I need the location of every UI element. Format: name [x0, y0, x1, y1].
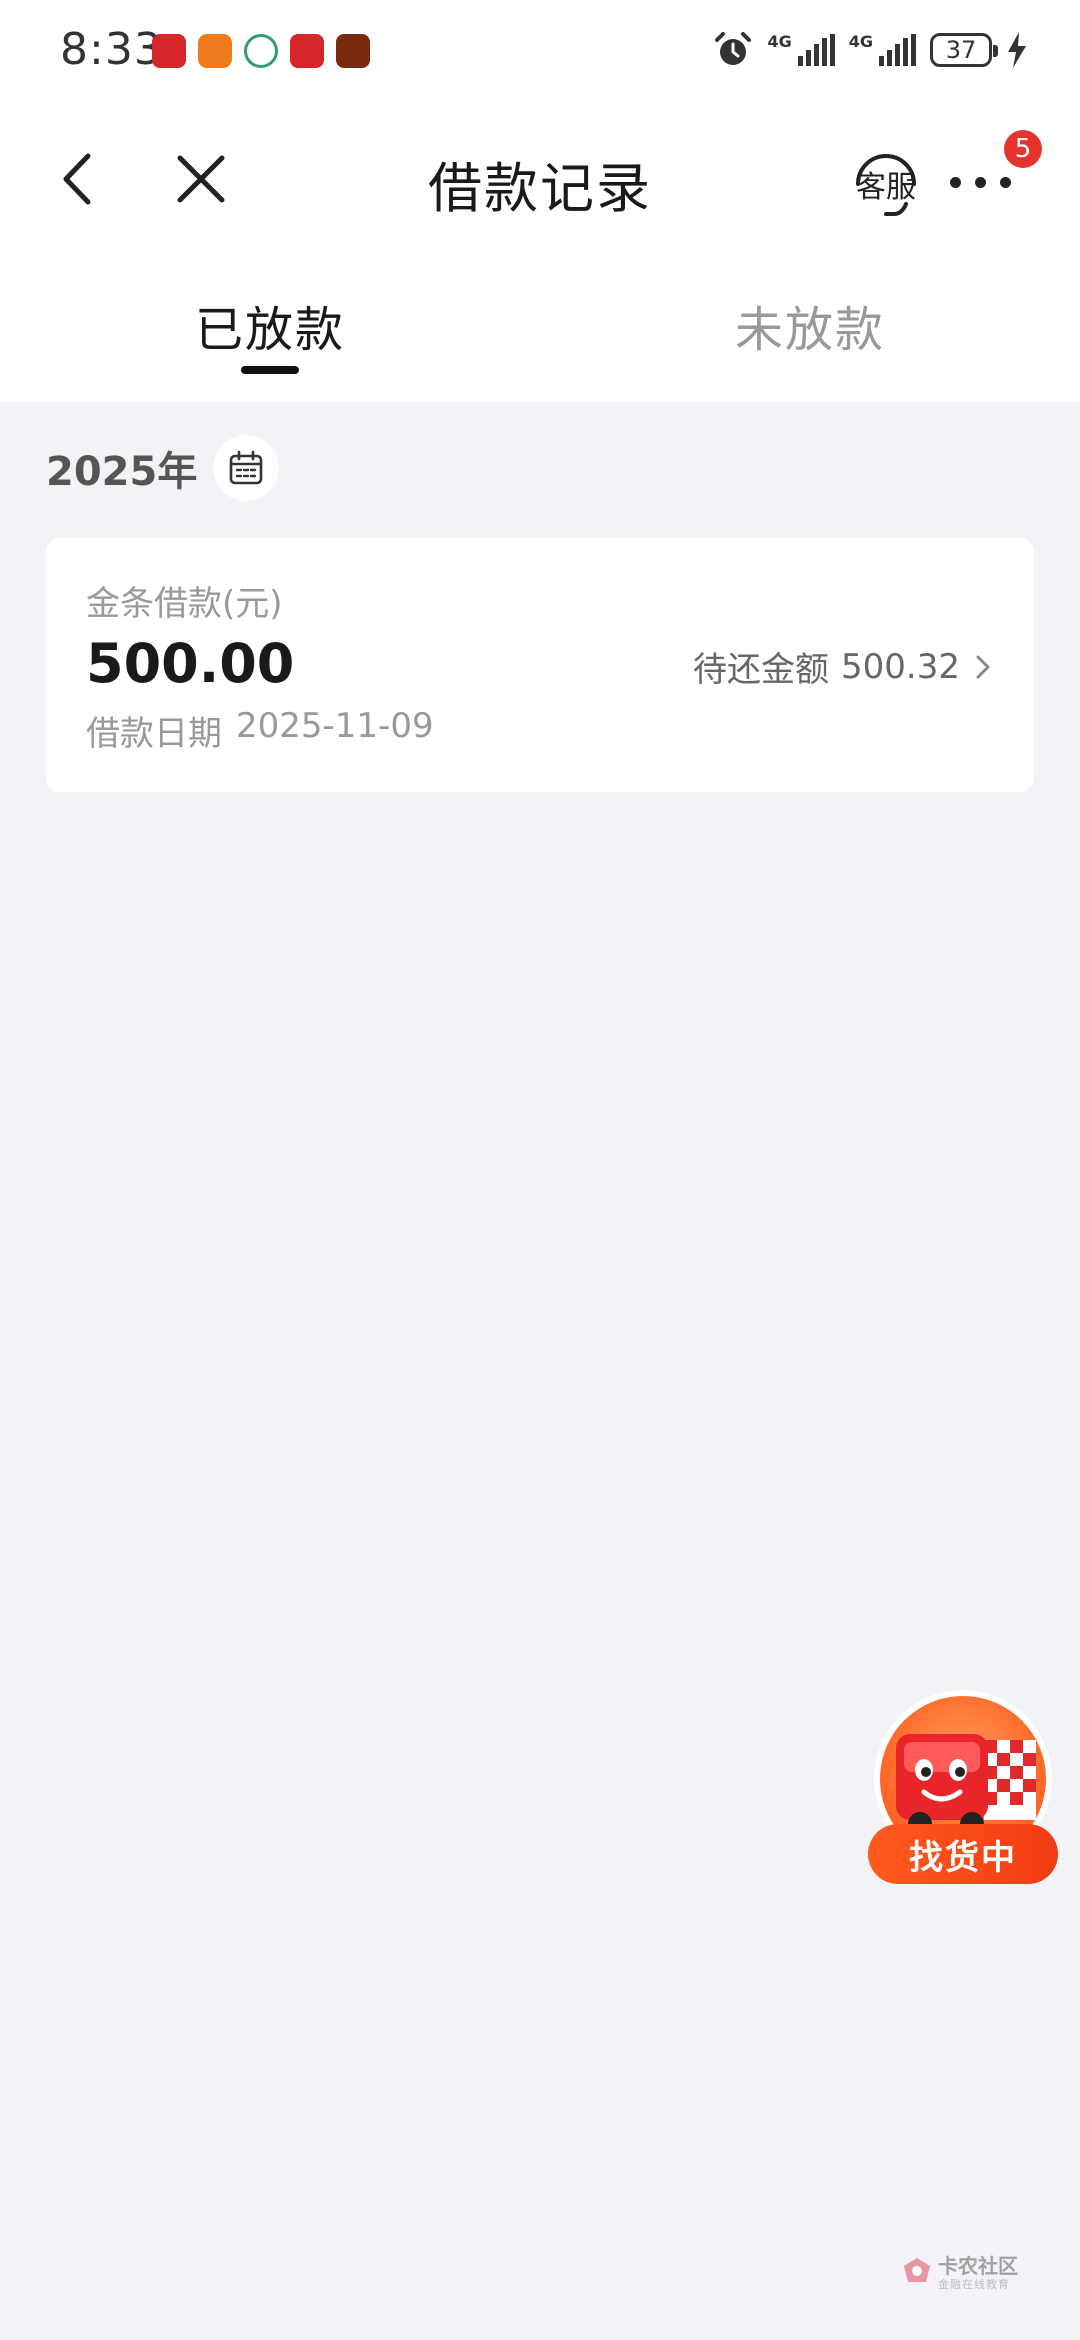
app-notification-icon — [198, 34, 232, 68]
loan-type-label: 金条借款(元) — [86, 584, 283, 624]
calendar-icon — [230, 450, 263, 485]
screen: 8:33 4G 4G 37 借款记录 客服 5 已放款 未放款 2025年 金条… — [0, 0, 1080, 2340]
loan-record-card[interactable]: 金条借款(元) 500.00 借款日期 2025-11-09 待还金额 500.… — [46, 538, 1034, 792]
nav-bar: 借款记录 客服 5 — [0, 104, 1080, 254]
loan-date-label: 借款日期 — [86, 714, 222, 754]
chevron-right-icon — [976, 655, 990, 678]
more-dots-icon[interactable] — [950, 162, 1022, 202]
loan-amount: 500.00 — [86, 632, 295, 695]
year-filter: 2025年 — [46, 434, 280, 502]
calendar-button[interactable] — [213, 435, 280, 501]
battery-icon: 37 — [930, 33, 998, 67]
watermark-logo-icon — [904, 2258, 930, 2282]
signal-1: 4G — [767, 32, 835, 66]
status-right: 4G 4G 37 — [713, 30, 1028, 70]
status-bar: 8:33 4G 4G 37 — [0, 0, 1080, 104]
amount-due-link[interactable]: 待还金额 500.32 — [693, 642, 994, 691]
network-type-label: 4G — [848, 32, 873, 51]
customer-service-label: 客服 — [856, 170, 916, 205]
loan-date-row: 借款日期 2025-11-09 — [86, 706, 434, 755]
charging-bolt-icon — [1008, 32, 1026, 68]
battery-level: 37 — [945, 36, 977, 64]
tab-bar: 已放款 未放款 — [0, 254, 1080, 402]
active-tab-indicator — [241, 366, 299, 374]
loan-date-value: 2025-11-09 — [236, 706, 434, 746]
status-time: 8:33 — [60, 24, 163, 75]
amount-due-value: 500.32 — [841, 646, 960, 687]
year-label: 2025年 — [46, 449, 198, 495]
tab-not-disbursed[interactable]: 未放款 — [540, 290, 1080, 360]
watermark: 卡农社区 金融在线教育 — [900, 2250, 1030, 2294]
watermark-title: 卡农社区 — [938, 2254, 1018, 2278]
tab-disbursed[interactable]: 已放款 — [0, 290, 540, 360]
customer-service-button[interactable]: 客服 — [848, 144, 924, 220]
watermark-subtitle: 金融在线教育 — [938, 2278, 1010, 2291]
floating-cargo-widget[interactable]: 找货中 — [868, 1690, 1058, 1886]
app-notification-icon — [152, 34, 186, 68]
app-notification-icon — [244, 34, 278, 68]
app-notification-icon — [336, 34, 370, 68]
notification-badge: 5 — [1004, 130, 1042, 168]
amount-due-label: 待还金额 — [693, 650, 830, 690]
signal-bars-icon — [797, 34, 835, 66]
notification-icons — [152, 34, 370, 68]
signal-2: 4G — [849, 34, 916, 66]
network-type-label: 4G — [767, 32, 792, 51]
widget-label: 找货中 — [868, 1824, 1058, 1884]
signal-bars-icon — [879, 34, 916, 66]
alarm-icon — [715, 32, 752, 65]
app-notification-icon — [290, 34, 324, 68]
